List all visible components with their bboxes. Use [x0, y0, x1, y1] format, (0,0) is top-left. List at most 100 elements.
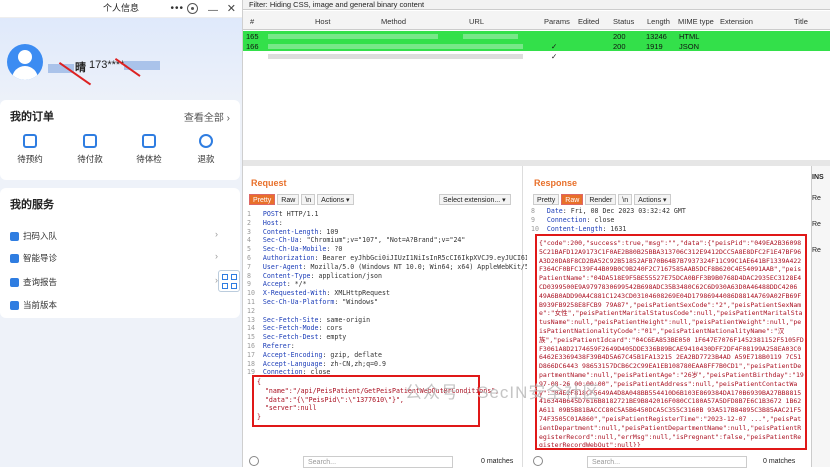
code-line: 11 Sec-Ch-Ua-Platform: "Windows"	[247, 297, 379, 306]
response-pane: Response Pretty Raw Render \n Actions ▾ 8 Da…	[527, 166, 811, 468]
code-line: 6 Authorization: Bearer eyJhbGci0iJIUzI1…	[247, 253, 549, 262]
tab-pretty[interactable]: Pretty	[249, 194, 276, 205]
service-card: 我的服务 扫码入队 › 智能导诊 › 查询报告 › 当前版本	[0, 188, 240, 318]
code-line: 12	[247, 306, 263, 315]
body-line: "server":null	[257, 404, 317, 413]
code-line: 10 Content-Length: 1631	[531, 224, 627, 233]
tab-render[interactable]: Render	[585, 194, 617, 205]
guide-icon	[10, 254, 19, 264]
history-table-empty	[243, 62, 830, 160]
column-url[interactable]: URL	[469, 17, 484, 26]
service-section-title: 我的服务	[10, 199, 54, 211]
order-pending-appointment[interactable]: 待预约	[15, 134, 45, 165]
column-length[interactable]: Length	[647, 17, 670, 26]
code-line: 9 Connection: close	[531, 215, 615, 224]
inspector-panel: INS Re Re Re	[811, 166, 830, 467]
watermark: 公众号 · SecIN安全社区	[405, 383, 601, 402]
request-headers[interactable]: 1 POSTt HTTP/1.1 2 Host: 3 Content-Length:…	[247, 210, 549, 377]
code-line: 2 Host:	[247, 218, 283, 227]
more-icon[interactable]: •••	[170, 1, 184, 17]
service-current-version[interactable]: 当前版本	[10, 299, 57, 311]
order-pending-checkup[interactable]: 待体检	[134, 134, 164, 165]
request-match-count: 0 matches	[481, 458, 514, 465]
table-row[interactable]: ✓	[243, 51, 830, 61]
history-table-header: # Host Method URL Params Edited Status L…	[243, 11, 830, 30]
chevron-right-icon: ›	[215, 229, 218, 239]
calendar-icon	[23, 134, 37, 148]
page-title: 个人信息	[102, 3, 139, 13]
response-tabs: Pretty Raw Render \n Actions ▾	[533, 194, 673, 206]
code-line: 4 Sec-Ch-Ua: "Chromium";v="107", "Not=A?…	[247, 236, 466, 245]
response-match-count: 0 matches	[763, 458, 796, 465]
tab-newline[interactable]: \n	[301, 194, 316, 205]
response-headers[interactable]: 8 Date: Fri, 08 Dec 2023 03:32:42 GMT 9 C…	[531, 207, 686, 233]
code-line: 13 Sec-Fetch-Site: same-origin	[247, 315, 371, 324]
code-line: 9 Accept: */*	[247, 280, 307, 289]
code-line: 8 Content-Type: application/json	[247, 271, 382, 280]
target-icon[interactable]	[187, 3, 198, 14]
service-smart-guide[interactable]: 智能导诊 ›	[10, 251, 218, 264]
table-row-selected[interactable]: 166 ✓ 200 1919 JSON	[243, 41, 830, 51]
request-title: Request	[251, 178, 287, 188]
code-line: 3 Content-Length: 109	[247, 227, 339, 236]
help-icon[interactable]	[533, 456, 543, 466]
order-refund[interactable]: 退款	[191, 134, 221, 165]
mobile-app-window: 个人信息 ••• — ✕ 晴 173**** 我的订单 查看全部 › 待预约 待…	[0, 0, 243, 467]
help-icon[interactable]	[249, 456, 259, 466]
tab-actions[interactable]: Actions ▾	[317, 194, 354, 205]
column-params[interactable]: Params	[544, 17, 570, 26]
code-line: 16 Referer:	[247, 341, 295, 350]
version-icon	[10, 301, 19, 311]
scan-icon	[10, 232, 19, 242]
grid-icon[interactable]	[218, 270, 240, 292]
column-edited[interactable]: Edited	[578, 17, 599, 26]
response-title: Response	[534, 178, 578, 188]
column-method[interactable]: Method	[381, 17, 406, 26]
body-line: }	[257, 413, 261, 422]
request-search-input[interactable]: Search...	[303, 456, 453, 468]
order-section-title: 我的订单	[10, 111, 54, 123]
column-extension[interactable]: Extension	[720, 17, 753, 26]
chevron-right-icon: ›	[215, 251, 218, 261]
inspector-title: INS	[812, 174, 824, 181]
request-pane: Request Pretty Raw \n Actions ▾ Select exte…	[243, 166, 549, 468]
column-num[interactable]: #	[250, 17, 254, 26]
code-line: 1 POSTt HTTP/1.1	[247, 210, 319, 218]
response-body[interactable]: {"code":200,"success":true,"msg":"","dat…	[539, 239, 804, 447]
service-query-report[interactable]: 查询报告 ›	[10, 275, 218, 288]
code-line: 7 User-Agent: Mozilla/5.0 (Windows NT 10…	[247, 262, 549, 271]
order-pending-payment[interactable]: 待付款	[75, 134, 105, 165]
avatar[interactable]	[7, 44, 43, 80]
filter-bar[interactable]: Filter: Hiding CSS, image and general bi…	[243, 0, 830, 10]
inspector-item[interactable]: Re	[812, 195, 821, 202]
table-row[interactable]: 165 200 13246 HTML	[243, 31, 830, 41]
wallet-icon	[83, 134, 97, 148]
code-line: 8 Date: Fri, 08 Dec 2023 03:32:42 GMT	[531, 207, 686, 215]
inspector-item[interactable]: Re	[812, 247, 821, 254]
select-extension-dropdown[interactable]: Select extension... ▾	[439, 194, 511, 205]
close-icon[interactable]: ✕	[227, 1, 236, 17]
tab-actions[interactable]: Actions ▾	[634, 194, 671, 205]
code-line: 10 X-Requested-With: XMLHttpRequest	[247, 289, 390, 298]
column-title[interactable]: Title	[794, 17, 808, 26]
code-line: 14 Sec-Fetch-Mode: cors	[247, 324, 343, 333]
minimize-icon[interactable]: —	[208, 3, 218, 19]
column-host[interactable]: Host	[315, 17, 330, 26]
column-mime[interactable]: MIME type	[678, 17, 714, 26]
tab-raw[interactable]: Raw	[277, 194, 300, 205]
inspector-item[interactable]: Re	[812, 221, 821, 228]
code-line: 17 Accept-Encoding: gzip, deflate	[247, 350, 382, 359]
code-line: 5 Sec-Ch-Ua-Mobile: ?0	[247, 245, 343, 254]
mobile-title-bar: 个人信息 ••• — ✕	[0, 0, 242, 18]
report-icon	[10, 278, 19, 288]
tab-pretty[interactable]: Pretty	[533, 194, 560, 205]
code-line: 15 Sec-Fetch-Dest: empty	[247, 333, 347, 342]
service-scan-join[interactable]: 扫码入队 ›	[10, 229, 218, 242]
column-status[interactable]: Status	[613, 17, 634, 26]
tab-raw[interactable]: Raw	[561, 194, 584, 205]
response-search-input[interactable]: Search...	[587, 456, 747, 468]
refund-icon	[199, 134, 213, 148]
tab-newline[interactable]: \n	[618, 194, 633, 205]
request-tabs: Pretty Raw \n Actions ▾	[249, 194, 356, 206]
view-all-orders-link[interactable]: 查看全部 ›	[184, 109, 230, 124]
